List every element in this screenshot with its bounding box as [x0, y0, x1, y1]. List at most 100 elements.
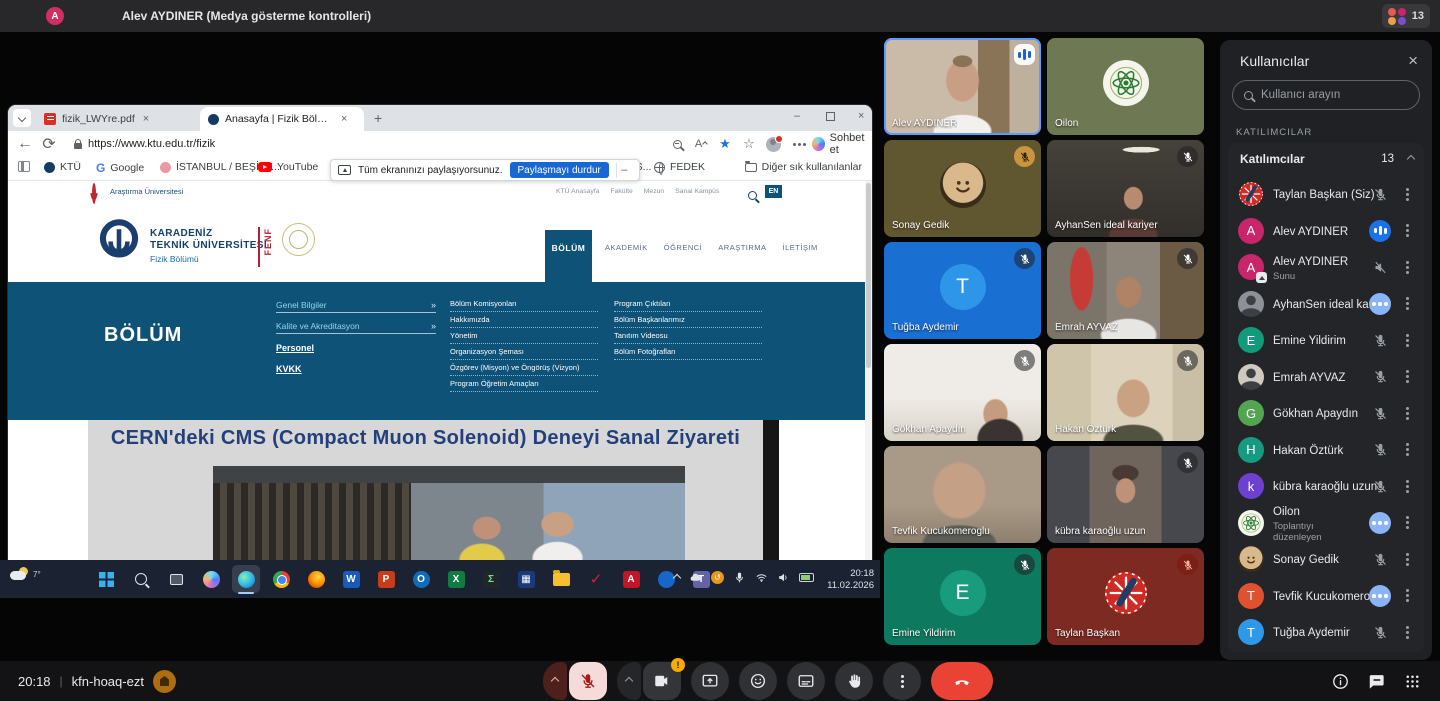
favorite-star-icon: ★	[716, 136, 734, 152]
video-tile-tevfik[interactable]: Tevfik Kucukomeroglu	[884, 446, 1041, 543]
video-tile-taylan[interactable]: Taylan Başkan	[1047, 548, 1204, 645]
participant-names: Emrah AYVAZ	[1273, 368, 1360, 386]
raise-hand-button[interactable]	[835, 662, 873, 700]
mic-muted-button[interactable]	[569, 662, 607, 700]
participant-menu-button[interactable]	[1400, 339, 1414, 342]
copilot-taskbar-icon	[197, 565, 225, 593]
letter-avatar: k	[1238, 473, 1264, 499]
letter-avatar: T	[1238, 583, 1264, 609]
battery-icon	[799, 573, 814, 582]
menu-link: Bölüm Başkanlarımız	[614, 312, 762, 328]
video-tile-ayhansen[interactable]: AyhanSen ideal kariyer	[1047, 140, 1204, 237]
ktu-bookmark-icon	[44, 162, 55, 173]
video-tile-gokhan[interactable]: Gökhan Apaydın	[884, 344, 1041, 441]
meet-window: A Alev AYDINER (Medya gösterme kontrolle…	[0, 0, 1440, 701]
acrobat-icon: A	[617, 565, 645, 593]
tile-name: Alev AYDINER	[892, 118, 957, 129]
meet-bottom-bar: 20:18 | kfn-hoaq-ezt !	[0, 661, 1440, 701]
camera-options-button[interactable]	[617, 662, 641, 700]
menu-link: Organizasyon Şeması	[450, 344, 598, 360]
menu-link: Tanıtım Videosu	[614, 328, 762, 344]
participant-menu-button[interactable]	[1400, 594, 1414, 597]
participant-menu-button[interactable]	[1400, 631, 1414, 634]
video-tile-kubra[interactable]: kübra karaoğlu uzun	[1047, 446, 1204, 543]
reactions-button[interactable]	[739, 662, 777, 700]
participant-names: Tuğba Aydemir	[1273, 623, 1360, 641]
divider: |	[60, 674, 63, 688]
participant-row[interactable]: AyhanSen ideal kariyer	[1228, 286, 1424, 323]
activities-button[interactable]	[1403, 672, 1422, 691]
chat-button[interactable]	[1367, 672, 1386, 691]
participant-row[interactable]: A Alev AYDINERSunu	[1228, 249, 1424, 286]
participants-group-header[interactable]: Katılımcılar 13	[1240, 152, 1414, 166]
webpage: Araştırma Üniversitesi KTÜ AnasayfaFakül…	[8, 181, 872, 560]
participant-row[interactable]: Sonay Gedik	[1228, 541, 1424, 578]
site-favicon-icon	[160, 162, 171, 173]
mic-muted-icon	[1369, 439, 1391, 461]
participant-menu-button[interactable]	[1400, 521, 1414, 524]
menu-link: Özgörev (Misyon) ve Öngörüş (Vizyon)	[450, 360, 598, 376]
participants-panel: Kullanıcılar × KATILIMCILAR Katılımcılar…	[1220, 40, 1432, 660]
present-button[interactable]	[691, 662, 729, 700]
chrome-icon	[267, 565, 295, 593]
video-tile-oilon[interactable]: Oilon	[1047, 38, 1204, 135]
participant-row[interactable]: Emrah AYVAZ	[1228, 359, 1424, 396]
mic-muted-icon	[1014, 146, 1035, 167]
research-medal-icon	[92, 183, 96, 204]
mic-muted-icon	[1177, 554, 1198, 575]
panel-close-icon[interactable]: ×	[1408, 51, 1418, 71]
mic-options-button[interactable]	[543, 662, 567, 700]
mic-muted-icon	[1014, 248, 1035, 269]
letter-avatar: G	[1238, 400, 1264, 426]
participant-menu-button[interactable]	[1400, 266, 1414, 269]
participant-row[interactable]: Taylan Başkan (Siz)	[1228, 176, 1424, 213]
video-tile-emine[interactable]: EEmine Yildirim	[884, 548, 1041, 645]
meeting-safety-icon[interactable]	[153, 670, 176, 693]
camera-button[interactable]: !	[643, 662, 681, 700]
tile-name: Emrah AYVAZ	[1055, 322, 1118, 333]
video-tile-sonay[interactable]: Sonay Gedik	[884, 140, 1041, 237]
participant-row[interactable]: E Emine Yildirim	[1228, 322, 1424, 359]
participant-menu-button[interactable]	[1400, 229, 1414, 232]
menu-link: Yönetim	[450, 328, 598, 344]
faculty-seal-icon	[282, 223, 315, 256]
tile-name: Oilon	[1055, 118, 1078, 129]
participant-row[interactable]: A Alev AYDINER	[1228, 213, 1424, 250]
camera-warning-badge: !	[671, 658, 685, 672]
participant-row[interactable]: T Tevfik Kucukomeroglu	[1228, 578, 1424, 615]
participant-row[interactable]: OilonToplantıyı düzenleyen	[1228, 505, 1424, 542]
participant-menu-button[interactable]	[1400, 412, 1414, 415]
more-options-icon	[901, 680, 904, 683]
video-tile-tugba[interactable]: TTuğba Aydemir	[884, 242, 1041, 339]
participant-row[interactable]: T Tuğba Aydemir	[1228, 614, 1424, 651]
participant-row[interactable]: G Gökhan Apaydın	[1228, 395, 1424, 432]
atom-avatar-icon	[1103, 60, 1149, 106]
end-call-button[interactable]	[931, 662, 993, 700]
participant-menu-button[interactable]	[1400, 375, 1414, 378]
search-input[interactable]	[1261, 89, 1408, 101]
participant-search[interactable]	[1232, 80, 1420, 110]
site-nav-item: ÖĞRENCİ	[664, 243, 703, 252]
letter-avatar: E	[1238, 327, 1264, 353]
meeting-details-button[interactable]	[1331, 672, 1350, 691]
share-text: Tüm ekranınızı paylaşıyorsunuz.	[358, 165, 503, 176]
participant-row[interactable]: k kübra karaoğlu uzun	[1228, 468, 1424, 505]
participant-row[interactable]: H Hakan Öztürk	[1228, 432, 1424, 469]
video-tile-hakan[interactable]: Hakan Öztürk	[1047, 344, 1204, 441]
participant-names: Hakan Öztürk	[1273, 441, 1360, 459]
participant-count-cluster[interactable]: 13	[1382, 4, 1430, 28]
participant-menu-button[interactable]	[1400, 448, 1414, 451]
participant-names: AyhanSen ideal kariyer	[1273, 295, 1360, 313]
participant-menu-button[interactable]	[1400, 485, 1414, 488]
nav-bolum-active: BÖLÜM	[545, 230, 592, 282]
stop-sharing-button: Paylaşmayı durdur	[510, 162, 609, 178]
video-tile-alev[interactable]: Alev AYDINER	[884, 38, 1041, 135]
captions-button[interactable]	[787, 662, 825, 700]
mic-control-group	[543, 662, 607, 700]
participant-menu-button[interactable]	[1400, 193, 1414, 196]
share-notification-bar: Tüm ekranınızı paylaşıyorsunuz. Paylaşma…	[330, 159, 640, 181]
video-tile-emrah[interactable]: Emrah AYVAZ	[1047, 242, 1204, 339]
participant-menu-button[interactable]	[1400, 558, 1414, 561]
more-options-button[interactable]	[883, 662, 921, 700]
participant-menu-button[interactable]	[1400, 302, 1414, 305]
